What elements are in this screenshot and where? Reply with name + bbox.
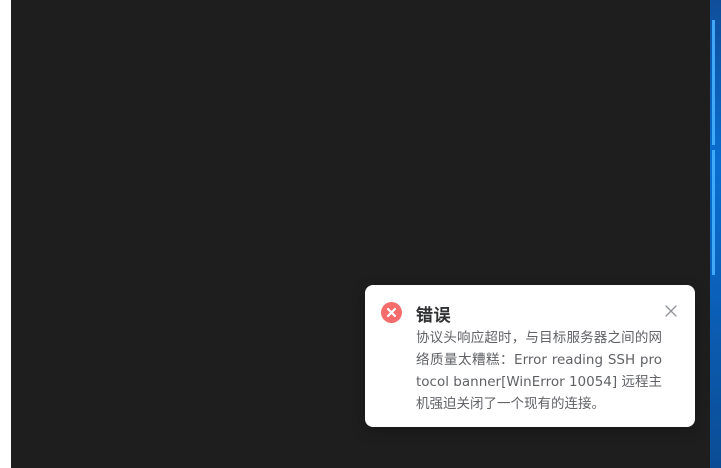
app-screen: 错误 协议头响应超时，与目标服务器之间的网络质量太糟糕：Error readin… (0, 0, 721, 468)
notification-message: 协议头响应超时，与目标服务器之间的网络质量太糟糕：Error reading S… (416, 330, 662, 412)
close-icon[interactable] (665, 305, 677, 317)
notification-title: 错误 (416, 306, 451, 326)
error-notification: 错误 协议头响应超时，与目标服务器之间的网络质量太糟糕：Error readin… (365, 285, 695, 427)
edge-highlight-bar (712, 150, 715, 275)
error-circle-icon (381, 302, 402, 323)
edge-highlight-bar (712, 20, 715, 145)
